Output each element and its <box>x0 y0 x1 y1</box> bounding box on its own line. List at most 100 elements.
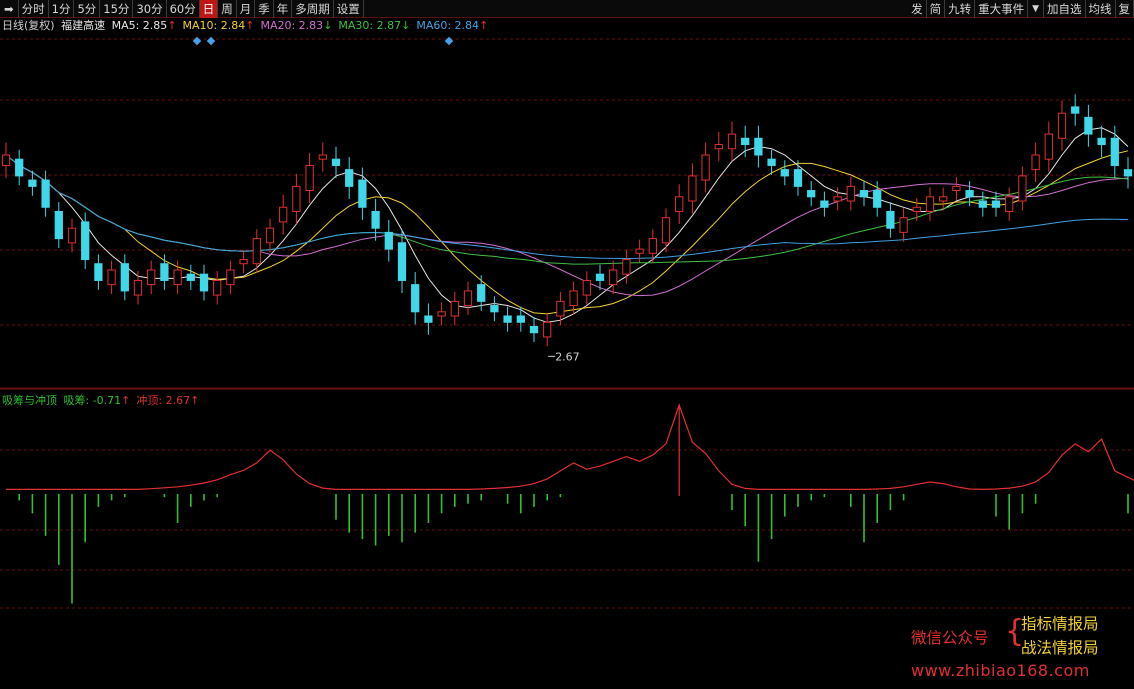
ma-legend-items: MA5: 2.85↑ MA10: 2.84↑ MA20: 2.83↓ MA30: 2.… <box>112 19 495 32</box>
candle-down <box>820 200 829 208</box>
trend-arrow-icon: ↑ <box>479 19 489 32</box>
candle-up <box>265 227 275 244</box>
candle-down <box>873 190 882 208</box>
trend-arrow-icon: ↓ <box>323 19 333 32</box>
legend-value: MA20: 2.83 <box>260 19 324 32</box>
candle-down <box>15 158 24 177</box>
candle-up <box>1031 154 1040 171</box>
trend-arrow-icon: ↑ <box>167 19 177 32</box>
candle-up <box>569 290 578 307</box>
candle-down <box>1123 169 1133 177</box>
candle-up <box>213 279 222 296</box>
candle-up <box>173 269 182 286</box>
candle-down <box>411 284 420 313</box>
ma5-line <box>5 127 1129 323</box>
legend-value: MA60: 2.84 <box>416 19 480 32</box>
candle-up <box>727 133 737 150</box>
candle-up <box>226 269 235 286</box>
watermark: 微信公众号 { 指标情报局 战法情报局 www.zhibiao168.com <box>911 612 1126 684</box>
candle-up <box>925 196 935 212</box>
legend-item-3: MA30: 2.87↓ <box>338 19 413 32</box>
trend-arrow-icon: ↓ <box>401 19 411 32</box>
candle-down <box>965 190 974 198</box>
main-grid <box>0 38 1134 389</box>
candle-up <box>701 154 710 181</box>
event-diamond-icon <box>206 36 216 46</box>
candle-down <box>1084 116 1093 135</box>
candle-down <box>516 315 525 323</box>
candle-down <box>186 273 195 281</box>
candle-down <box>859 190 869 198</box>
legend-item-2: MA20: 2.83↓ <box>260 19 335 32</box>
candle-up <box>899 217 908 233</box>
stock-name: 福建高速 <box>61 19 106 32</box>
candle-up <box>1044 133 1053 160</box>
event-diamond-icon <box>444 36 454 46</box>
candle-down <box>199 273 209 292</box>
candle-up <box>1 154 11 166</box>
candle-down <box>1110 137 1119 166</box>
candle-down <box>529 325 539 334</box>
accumulate-bars <box>18 494 1129 604</box>
candle-down <box>424 315 433 323</box>
candle-up <box>305 164 314 192</box>
legend-item-4: MA60: 2.84↑ <box>416 19 491 32</box>
candle-up <box>437 311 446 317</box>
indicator-legend: 吸筹与冲顶 吸筹: -0.71↑ 冲顶: 2.67↑ <box>2 394 208 408</box>
event-diamond-icon <box>192 36 202 46</box>
ma60-line <box>5 154 1129 260</box>
candle-down <box>767 158 776 166</box>
trend-arrow-icon: ↑ <box>121 394 131 407</box>
peak-curve <box>6 403 1134 491</box>
indicator-name: 吸筹与冲顶 <box>2 394 57 407</box>
event-markers <box>192 36 454 46</box>
candle-up <box>463 290 473 307</box>
candle-down <box>1071 106 1080 114</box>
legend-value: MA5: 2.85 <box>111 19 168 32</box>
legend-value: MA30: 2.87 <box>338 19 402 32</box>
legend-item-0: 吸筹: -0.71↑ <box>64 394 134 407</box>
ma30-line <box>5 154 1129 265</box>
candle-up <box>609 269 618 286</box>
candle-up <box>450 300 459 317</box>
low-annotation: 2.67 <box>548 350 580 363</box>
candle-down <box>793 169 803 187</box>
watermark-account: 微信公众号 <box>911 629 989 647</box>
legend-value: 冲顶: 2.67 <box>136 394 191 407</box>
candle-up <box>133 279 143 296</box>
trend-arrow-icon: ↑ <box>190 394 200 407</box>
candle-down <box>94 263 103 281</box>
legend-item-1: 冲顶: 2.67↑ <box>136 394 202 407</box>
candle-down <box>384 231 393 250</box>
indicator-grid <box>0 388 1134 609</box>
candle-up <box>1057 112 1067 139</box>
candle-down <box>991 200 1001 208</box>
candle-up <box>147 269 156 286</box>
candle-up <box>714 144 723 150</box>
candle-up <box>675 196 684 212</box>
candle-down <box>120 263 129 292</box>
candle-down <box>345 169 354 187</box>
candle-up <box>252 238 261 265</box>
candlestick-chart[interactable]: 2.67 <box>0 0 1134 390</box>
period-label: 日线(复权) <box>2 19 55 32</box>
candle-up <box>622 259 631 275</box>
watermark-url: www.zhibiao168.com <box>911 661 1090 680</box>
candle-down <box>28 179 37 187</box>
candle-up <box>1005 196 1014 212</box>
candle-up <box>952 185 961 192</box>
candle-down <box>490 305 499 313</box>
candle-down <box>54 210 63 240</box>
candle-up <box>543 321 552 338</box>
candle-down <box>807 190 816 198</box>
candle-up <box>318 154 327 160</box>
candle-up <box>648 238 657 254</box>
candle-down <box>886 210 895 229</box>
candle-down <box>503 315 512 323</box>
candle-up <box>556 300 565 317</box>
candle-up <box>661 217 671 244</box>
moving-average-lines <box>5 127 1129 323</box>
legend-item-1: MA10: 2.84↑ <box>183 19 258 32</box>
candle-up <box>833 196 842 202</box>
candle-up <box>912 206 921 212</box>
